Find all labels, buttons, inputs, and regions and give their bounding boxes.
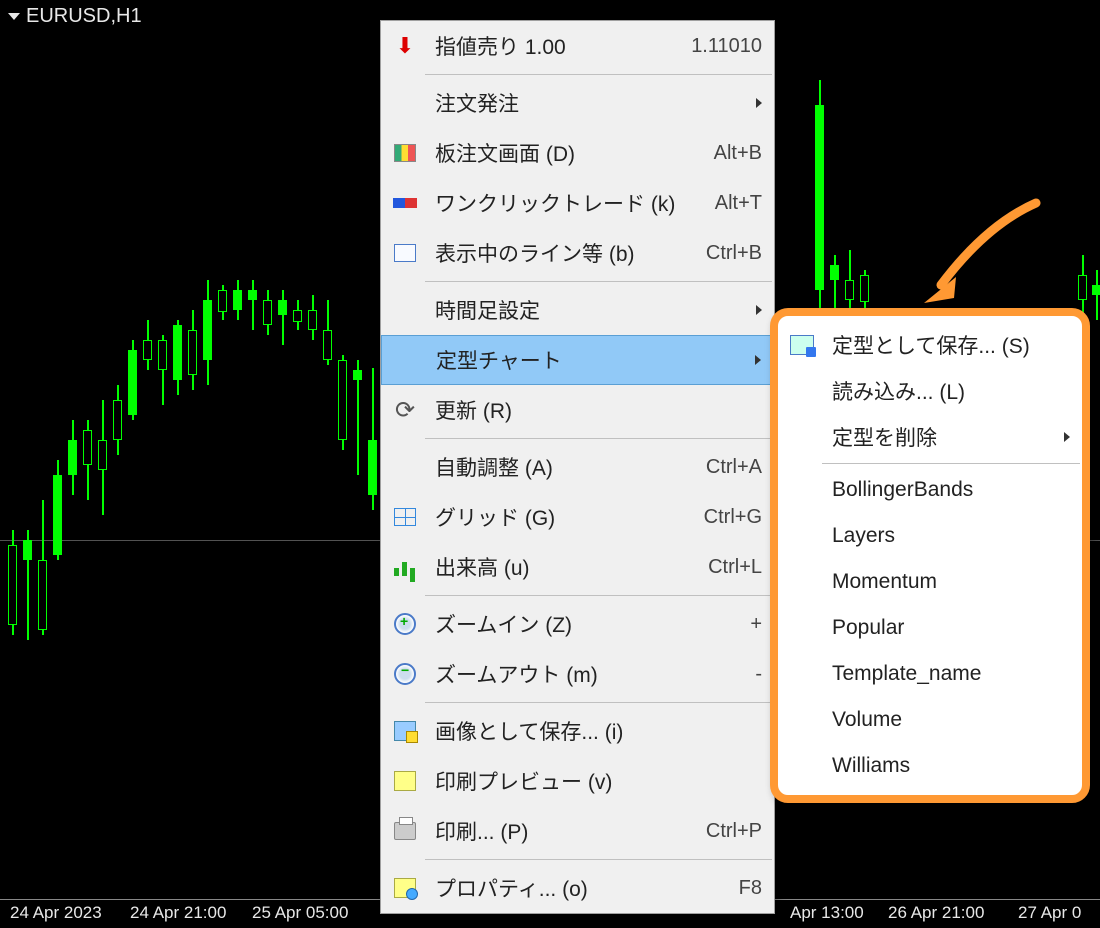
chevron-right-icon [756, 98, 762, 108]
template-name-label: Template_name [818, 662, 1070, 686]
dom-icon [394, 144, 416, 162]
menu-timeframe[interactable]: 時間足設定 [381, 285, 774, 335]
grid-icon [394, 508, 416, 526]
context-menu: ⬇ 指値売り 1.00 1.11010 注文発注 板注文画面 (D) Alt+B… [380, 20, 775, 914]
submenu-template-item[interactable]: Williams [778, 743, 1082, 789]
print-icon [394, 822, 416, 840]
sell-arrow-icon: ⬇ [396, 33, 414, 59]
chevron-right-icon [756, 305, 762, 315]
properties-icon [394, 878, 416, 898]
menu-print[interactable]: 印刷... (P) Ctrl+P [381, 806, 774, 856]
template-name-label: Popular [818, 616, 1070, 640]
menu-autoscroll[interactable]: 自動調整 (A) Ctrl+A [381, 442, 774, 492]
zoom-in-icon [394, 613, 416, 635]
template-name-label: BollingerBands [818, 478, 1070, 502]
chevron-right-icon [1064, 432, 1070, 442]
chart-symbol-label: EURUSD,H1 [26, 5, 142, 28]
submenu-template-item[interactable]: BollingerBands [778, 467, 1082, 513]
template-save-icon [790, 335, 814, 355]
zoom-out-icon [394, 663, 416, 685]
dropdown-icon [8, 13, 20, 20]
print-preview-icon [394, 771, 416, 791]
menu-zoom-out[interactable]: ズームアウト (m) - [381, 649, 774, 699]
lines-icon [394, 244, 416, 262]
submenu-template-item[interactable]: Template_name [778, 651, 1082, 697]
menu-zoom-in[interactable]: ズームイン (Z) + [381, 599, 774, 649]
menu-objects-list[interactable]: 表示中のライン等 (b) Ctrl+B [381, 228, 774, 278]
template-name-label: Momentum [818, 570, 1070, 594]
submenu-template-item[interactable]: Momentum [778, 559, 1082, 605]
menu-volume[interactable]: 出来高 (u) Ctrl+L [381, 542, 774, 592]
menu-sell-limit[interactable]: ⬇ 指値売り 1.00 1.11010 [381, 21, 774, 71]
volume-icon [394, 558, 416, 576]
submenu-template-item[interactable]: Popular [778, 605, 1082, 651]
one-click-icon [393, 198, 417, 208]
x-axis-label: Apr 13:00 [790, 903, 864, 923]
submenu-template-item[interactable]: Layers [778, 513, 1082, 559]
save-image-icon [394, 721, 416, 741]
submenu-save-template[interactable]: 定型として保存... (S) [778, 322, 1082, 368]
template-name-label: Layers [818, 524, 1070, 548]
chevron-right-icon [755, 355, 761, 365]
x-axis-label: 24 Apr 21:00 [130, 903, 226, 923]
menu-template[interactable]: 定型チャート [381, 335, 774, 385]
menu-print-preview[interactable]: 印刷プレビュー (v) [381, 756, 774, 806]
submenu-template-item[interactable]: Volume [778, 697, 1082, 743]
menu-depth-of-market[interactable]: 板注文画面 (D) Alt+B [381, 128, 774, 178]
menu-one-click-trade[interactable]: ワンクリックトレード (k) Alt+T [381, 178, 774, 228]
menu-properties[interactable]: プロパティ... (o) F8 [381, 863, 774, 913]
menu-grid[interactable]: グリッド (G) Ctrl+G [381, 492, 774, 542]
template-submenu: 定型として保存... (S) 読み込み... (L) 定型を削除 Bolling… [770, 308, 1090, 803]
menu-new-order[interactable]: 注文発注 [381, 78, 774, 128]
menu-save-image[interactable]: 画像として保存... (i) [381, 706, 774, 756]
chart-title[interactable]: EURUSD,H1 [8, 5, 142, 28]
refresh-icon: ⟳ [395, 396, 415, 425]
x-axis-label: 26 Apr 21:00 [888, 903, 984, 923]
menu-refresh[interactable]: ⟳ 更新 (R) [381, 385, 774, 435]
template-name-label: Volume [818, 708, 1070, 732]
template-name-label: Williams [818, 754, 1070, 778]
x-axis-label: 27 Apr 0 [1018, 903, 1081, 923]
x-axis-label: 24 Apr 2023 [10, 903, 102, 923]
submenu-remove-template[interactable]: 定型を削除 [778, 414, 1082, 460]
submenu-load-template[interactable]: 読み込み... (L) [778, 368, 1082, 414]
x-axis-label: 25 Apr 05:00 [252, 903, 348, 923]
